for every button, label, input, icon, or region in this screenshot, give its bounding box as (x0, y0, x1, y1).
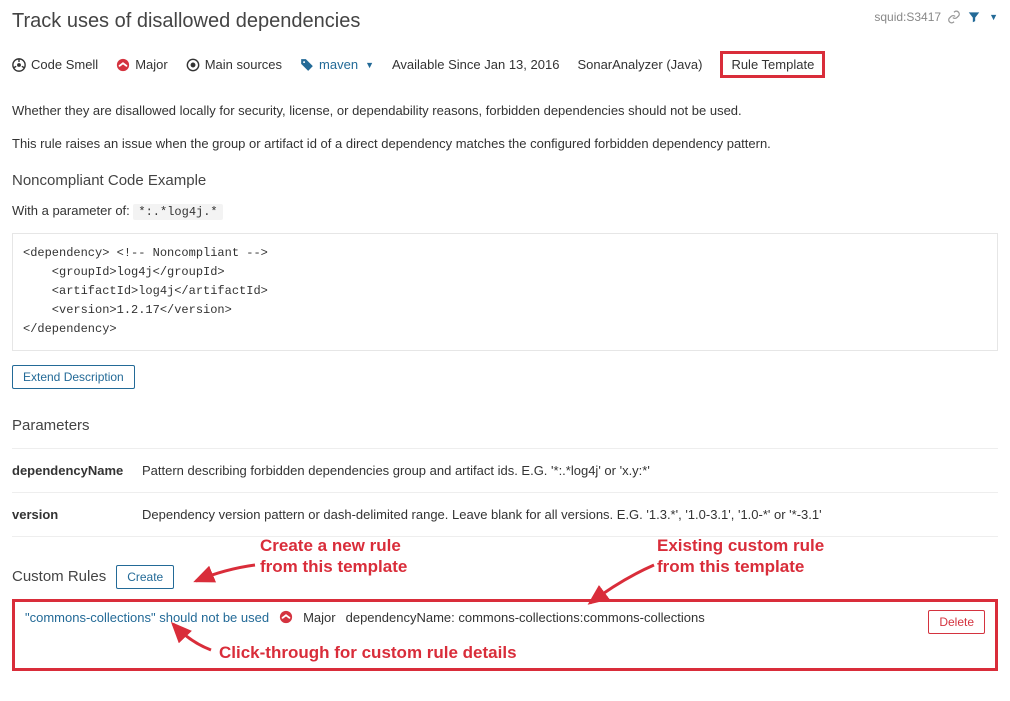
meta-row: Code Smell Major Main sources maven ▼ Av… (12, 51, 998, 78)
parameter-name: version (12, 507, 142, 522)
rule-description: Whether they are disallowed locally for … (12, 102, 998, 154)
annotation-existing-text: Existing custom rule from this template (657, 535, 824, 578)
parameters-heading: Parameters (12, 417, 998, 434)
severity-major-icon (279, 610, 293, 624)
custom-rule-row: "commons-collections" should not be used… (12, 599, 998, 671)
severity-major-icon (116, 58, 130, 72)
noncompliant-heading: Noncompliant Code Example (12, 172, 998, 189)
tags-area[interactable]: maven ▼ (300, 57, 374, 72)
create-button[interactable]: Create (116, 565, 174, 589)
tag-label[interactable]: maven (319, 57, 358, 72)
custom-rules-heading: Custom Rules (12, 568, 106, 585)
code-smell-icon (12, 58, 26, 72)
rule-template-badge: Rule Template (720, 51, 825, 78)
tag-icon (300, 58, 314, 72)
custom-rule-link[interactable]: "commons-collections" should not be used (25, 610, 269, 625)
filter-caret-icon[interactable]: ▼ (989, 12, 998, 22)
parameter-row: version Dependency version pattern or da… (12, 493, 998, 537)
annotation-arrow-icon (190, 559, 260, 595)
analyzer-name: SonarAnalyzer (Java) (577, 57, 702, 72)
annotation-create-text: Create a new rule from this template (260, 535, 407, 578)
type-badge: Code Smell (12, 57, 98, 72)
filter-icon[interactable] (967, 10, 981, 24)
tag-caret-icon[interactable]: ▼ (365, 60, 374, 70)
parameter-desc: Dependency version pattern or dash-delim… (142, 507, 998, 522)
noncompliant-code: <dependency> <!-- Noncompliant --> <grou… (12, 233, 998, 351)
severity-label: Major (135, 57, 168, 72)
noncompliant-param-intro: With a parameter of: *:.*log4j.* (12, 203, 998, 219)
severity-badge: Major (116, 57, 168, 72)
scope-badge: Main sources (186, 57, 282, 72)
annotation-clickthrough-text: Click-through for custom rule details (219, 642, 517, 663)
parameter-name: dependencyName (12, 463, 142, 478)
available-since: Available Since Jan 13, 2016 (392, 57, 559, 72)
parameter-desc: Pattern describing forbidden dependencie… (142, 463, 998, 478)
parameters-table: dependencyName Pattern describing forbid… (12, 448, 998, 537)
custom-rule-param: dependencyName: commons-collections:comm… (346, 610, 705, 625)
scope-label: Main sources (205, 57, 282, 72)
custom-rule-severity: Major (303, 610, 336, 625)
desc-paragraph: This rule raises an issue when the group… (12, 135, 998, 154)
parameter-row: dependencyName Pattern describing forbid… (12, 448, 998, 493)
rule-key: squid:S3417 (874, 10, 941, 24)
desc-paragraph: Whether they are disallowed locally for … (12, 102, 998, 121)
annotation-arrow-icon (165, 620, 221, 654)
type-label: Code Smell (31, 57, 98, 72)
extend-description-button[interactable]: Extend Description (12, 365, 135, 389)
page-title: Track uses of disallowed dependencies (12, 10, 360, 33)
permalink-icon[interactable] (947, 10, 961, 24)
delete-button[interactable]: Delete (928, 610, 985, 634)
noncompliant-param-value: *:.*log4j.* (133, 204, 222, 220)
scope-icon (186, 58, 200, 72)
